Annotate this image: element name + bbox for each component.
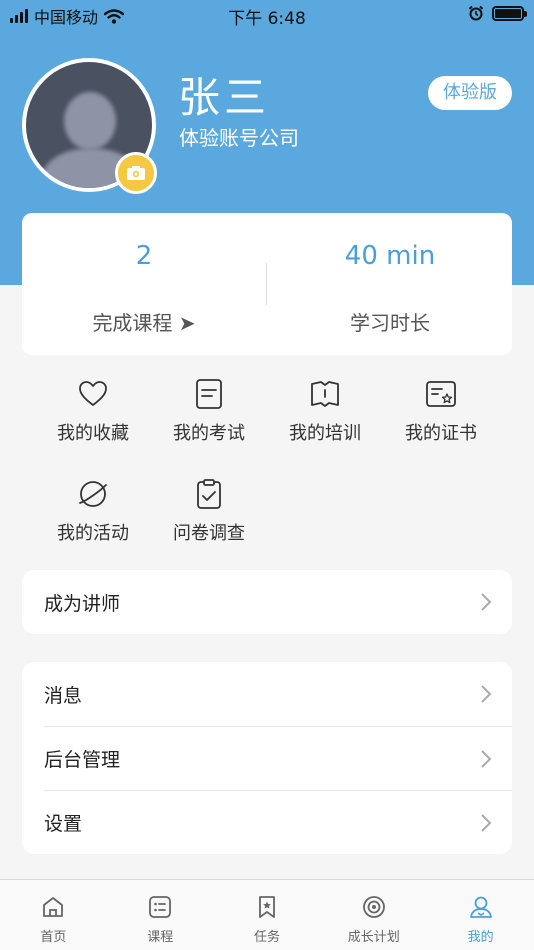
completed-courses-stat[interactable]: 2 完成课程 ➤ [22,213,266,355]
menu-admin[interactable]: 后台管理 [44,726,512,790]
feature-my-training[interactable]: 我的培训 [267,377,383,445]
planet-icon [79,481,107,507]
menu-label: 消息 [44,684,83,707]
tab-label: 我的 [467,930,494,945]
course-list-icon [149,896,172,918]
settings-menu-card: 消息 后台管理 设置 [22,662,512,854]
feature-my-favorites[interactable]: 我的收藏 [35,377,151,445]
target-icon [362,896,385,918]
feature-label: 我的收藏 [57,423,129,444]
trial-version-badge[interactable]: 体验版 [428,76,512,110]
avatar-head-silhouette [64,92,116,150]
user-name: 张三 [178,73,271,122]
feature-label: 我的活动 [57,523,129,544]
battery-icon [492,5,527,21]
completed-courses-value: 2 [135,241,153,271]
study-time-value: 40 min [344,241,436,271]
tab-tasks[interactable]: 任务 [214,880,321,950]
camera-icon [127,166,145,180]
heart-icon [79,381,107,406]
tab-courses[interactable]: 课程 [107,880,214,950]
chevron-right-icon [481,750,492,768]
menu-label: 后台管理 [44,749,121,771]
home-icon [43,897,64,917]
feature-questionnaire[interactable]: 问卷调查 [151,477,267,545]
feature-label: 我的证书 [405,423,477,444]
chevron-right-icon [481,685,492,703]
feature-my-activities[interactable]: 我的活动 [35,477,151,545]
completed-courses-label: 完成课程 ➤ [92,311,196,335]
menu-label: 设置 [44,813,83,835]
clipboard-icon [197,479,221,509]
tab-label: 成长计划 [347,930,400,945]
tab-home[interactable]: 首页 [0,880,107,950]
become-lecturer-card: 成为讲师 [22,570,512,634]
stats-divider [266,263,267,305]
tab-mine[interactable]: 我的 [427,880,534,950]
study-time-label: 学习时长 [350,311,430,335]
status-time: 下午 6:48 [228,9,306,29]
stats-card: 2 完成课程 ➤ 40 min 学习时长 [22,213,512,355]
user-icon [469,896,492,918]
feature-my-certificates[interactable]: 我的证书 [383,377,499,445]
menu-messages[interactable]: 消息 [22,662,512,726]
feature-label: 问卷调查 [173,523,245,544]
exam-icon [196,379,222,409]
chevron-right-icon [481,814,492,832]
bookmark-star-icon [259,896,275,918]
tab-label: 首页 [40,930,67,945]
menu-settings[interactable]: 设置 [44,790,512,854]
chevron-right-icon [481,593,492,611]
certificate-icon [426,381,456,407]
tab-label: 课程 [147,930,174,945]
feature-label: 我的培训 [289,423,361,444]
tab-label: 任务 [253,930,280,945]
bottom-tab-bar: 首页 课程 任务 成长计划 我的 [0,879,534,950]
menu-become-lecturer[interactable]: 成为讲师 [22,570,512,634]
feature-my-exams[interactable]: 我的考试 [151,377,267,445]
company-name: 体验账号公司 [179,126,299,150]
status-bar: 中国移动 下午 6:48 [0,0,534,30]
book-icon [311,381,339,407]
study-time-stat: 40 min 学习时长 [268,213,512,355]
alarm-clock-icon [468,5,484,21]
tab-growth-plan[interactable]: 成长计划 [320,880,427,950]
feature-label: 我的考试 [173,423,245,444]
change-avatar-button[interactable] [115,152,157,194]
menu-label: 成为讲师 [44,592,121,615]
